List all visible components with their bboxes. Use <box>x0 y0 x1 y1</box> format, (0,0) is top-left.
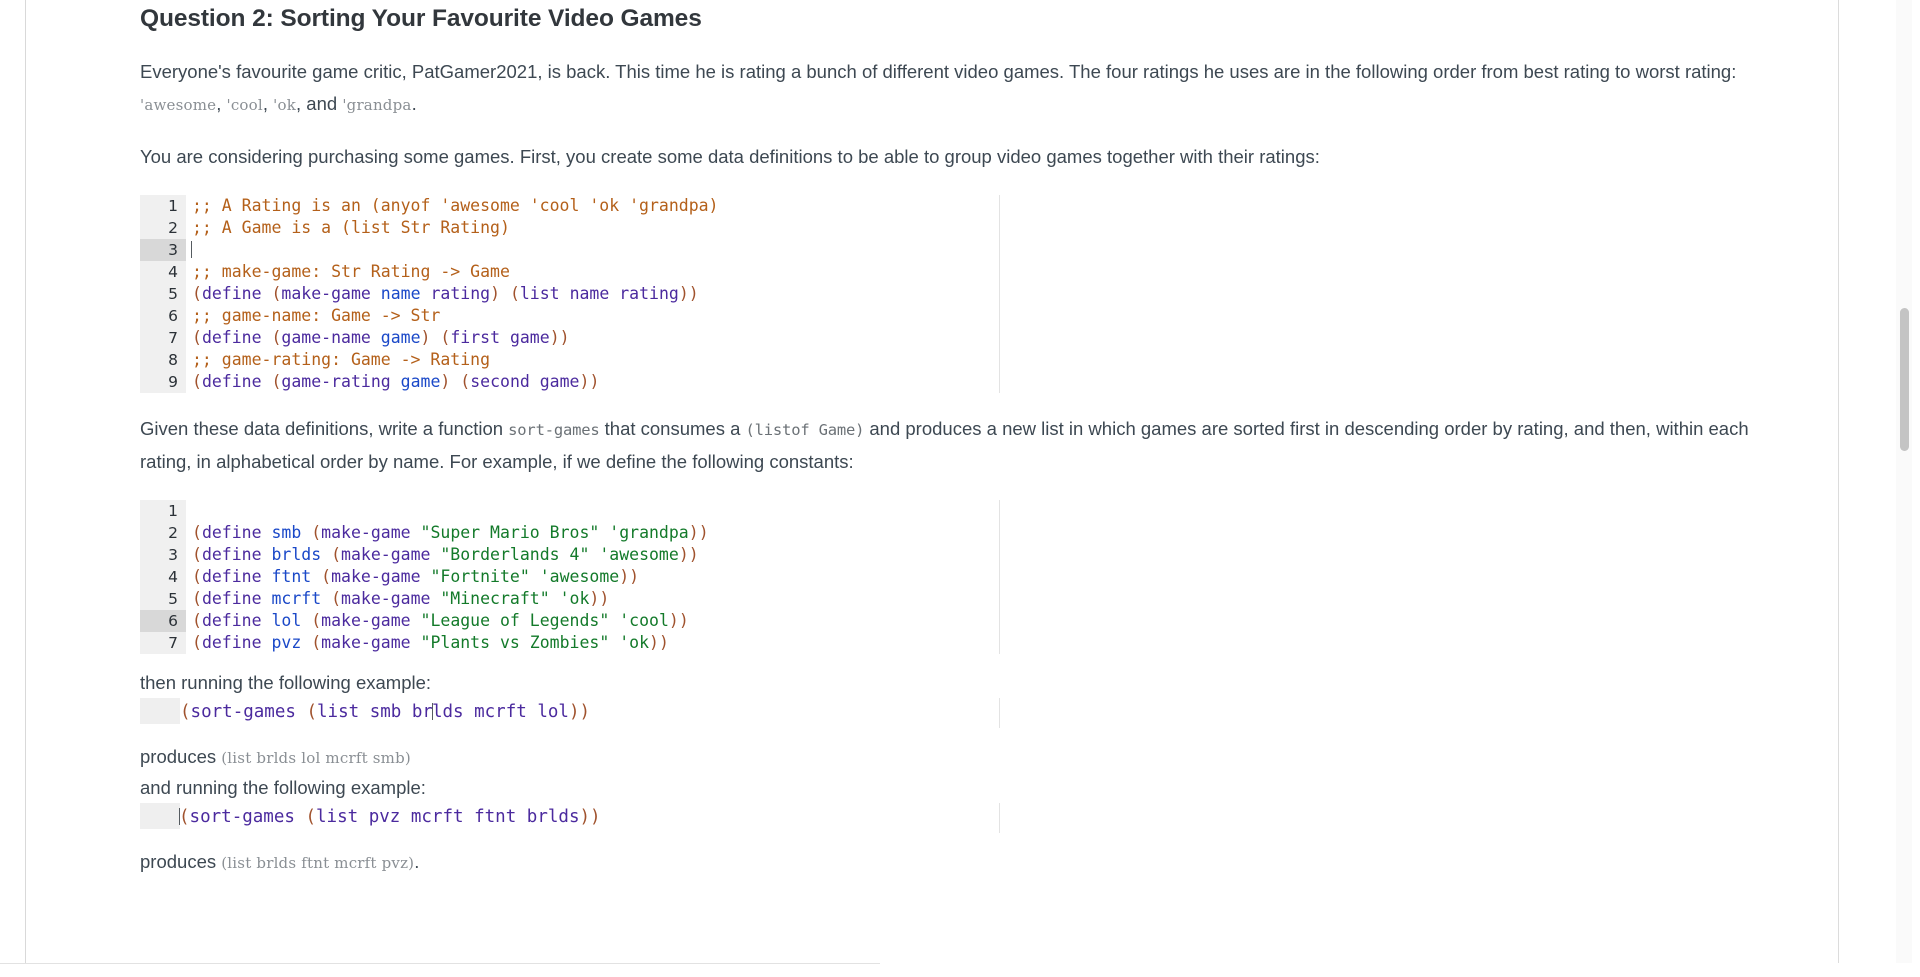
code-line[interactable]: 6 (define lol (make-game "League of Legen… <box>140 610 999 632</box>
rating-ok: 'ok <box>273 96 297 114</box>
code-line[interactable]: 6 ;; game-name: Game -> Str <box>140 305 999 327</box>
produces-period: . <box>414 851 420 872</box>
paragraph-data-definitions: You are considering purchasing some game… <box>140 146 1320 167</box>
code-line-text: (define mcrft (make-game "Minecraft" 'ok… <box>192 589 610 608</box>
intro-text-part1: Everyone's favourite game critic, PatGam… <box>140 61 1737 82</box>
code-line[interactable]: 3 (define brlds (make-game "Borderlands 4… <box>140 544 999 566</box>
line-number: 7 <box>168 634 178 652</box>
rating-awesome: 'awesome <box>140 96 217 114</box>
line-number: 5 <box>168 590 178 608</box>
example-gutter <box>140 698 180 724</box>
code-line[interactable]: 2 (define smb (make-game "Super Mario Bro… <box>140 522 999 544</box>
code-line-text: (define (make-game name rating) (list na… <box>192 284 699 303</box>
intro-end: . <box>411 93 417 114</box>
line-number: 9 <box>168 373 178 391</box>
spec-text-b: that consumes a <box>599 418 746 439</box>
line-number: 2 <box>168 524 178 542</box>
intro-paragraph: Everyone's favourite game critic, PatGam… <box>140 56 1780 121</box>
line-number: 7 <box>168 329 178 347</box>
document-content: Question 2: Sorting Your Favourite Video… <box>140 0 1820 876</box>
code-line[interactable]: 2 ;; A Game is a (list Str Rating) <box>140 217 999 239</box>
code-line-text: ;; game-name: Game -> Str <box>192 306 441 325</box>
code-line[interactable]: 4 ;; make-game: Str Rating -> Game <box>140 261 999 283</box>
line-number: 3 <box>140 239 186 261</box>
spec-text-a: Given these data definitions, write a fu… <box>140 418 509 439</box>
code-line-text: (define (game-rating game) (second game)… <box>192 372 600 391</box>
line-number: 1 <box>168 197 178 215</box>
code-line-text: ;; game-rating: Game -> Rating <box>192 350 491 369</box>
page-root: Question 2: Sorting Your Favourite Video… <box>0 0 1920 977</box>
paragraph-sort-games-spec: Given these data definitions, write a fu… <box>140 413 1780 478</box>
line-number: 3 <box>168 546 178 564</box>
code-line[interactable]: 7 (define (game-name game) (first game)) <box>140 327 999 349</box>
line-number: 5 <box>168 285 178 303</box>
code-line-text: (define smb (make-game "Super Mario Bros… <box>192 523 709 542</box>
produces-value: (list brlds lol mcrft smb) <box>221 749 411 767</box>
example-gutter <box>140 803 180 829</box>
intro-sep-3: , and <box>296 93 343 114</box>
produces-label: produces <box>140 851 222 872</box>
line-number: 4 <box>168 568 178 586</box>
bottom-strip <box>0 963 1920 977</box>
code-line[interactable]: 8 ;; game-rating: Game -> Rating <box>140 349 999 371</box>
line-number: 4 <box>168 263 178 281</box>
produces-value: (list brlds ftnt mcrft pvz) <box>221 854 415 872</box>
line-number: 8 <box>168 351 178 369</box>
code-line-text: ;; make-game: Str Rating -> Game <box>192 262 510 281</box>
code-line[interactable]: 4 (define ftnt (make-game "Fortnite" 'awe… <box>140 566 999 588</box>
type-listof-game: (listof Game) <box>745 421 865 439</box>
bottom-strip-divider <box>0 963 880 964</box>
example1-code: (sort-games (list smb brlds mcrft lol)) <box>180 702 591 722</box>
example2-produces: produces (list brlds ftnt mcrft pvz). <box>140 849 1820 876</box>
intro-sep-1: , <box>216 93 227 114</box>
code-line[interactable]: 1 ;; A Rating is an (anyof 'awesome 'cool… <box>140 195 999 217</box>
code-line-text: (define brlds (make-game "Borderlands 4"… <box>192 545 699 564</box>
rating-grandpa: 'grandpa <box>342 96 412 114</box>
example1-label: then running the following example: <box>140 672 432 693</box>
example1-produces: produces (list brlds lol mcrft smb) <box>140 744 1820 771</box>
fn-name-sort-games: sort-games <box>508 421 600 439</box>
code-line[interactable]: 1 <box>140 500 999 522</box>
produces-label: produces <box>140 746 222 767</box>
code-line[interactable]: 9 (define (game-rating game) (second game… <box>140 371 999 393</box>
code-line-text: (define ftnt (make-game "Fortnite" 'awes… <box>192 567 640 586</box>
example1-code-line[interactable]: (sort-games (list smb brlds mcrft lol)) <box>140 698 1000 728</box>
example2-code-line[interactable]: (sort-games (list pvz mcrft ftnt brlds)) <box>140 803 1000 833</box>
intro-sep-2: , <box>262 93 274 114</box>
line-number: 6 <box>140 610 186 632</box>
code-block-data-definitions[interactable]: 1 ;; A Rating is an (anyof 'awesome 'cool… <box>140 195 1000 393</box>
line-number: 1 <box>168 502 178 520</box>
rating-cool: 'cool <box>226 96 263 114</box>
code-line[interactable]: 7 (define pvz (make-game "Plants vs Zombi… <box>140 632 999 654</box>
code-line-text: (define pvz (make-game "Plants vs Zombie… <box>192 633 669 652</box>
example2-label: and running the following example: <box>140 777 426 798</box>
page-title: Question 2: Sorting Your Favourite Video… <box>140 5 702 32</box>
left-margin-rule <box>25 0 26 977</box>
line-number: 2 <box>168 219 178 237</box>
code-line-text: ;; A Game is a (list Str Rating) <box>192 218 510 237</box>
code-line[interactable]: 3 <box>140 239 999 261</box>
code-line[interactable]: 5 (define mcrft (make-game "Minecraft" 'o… <box>140 588 999 610</box>
text-caret <box>191 241 192 258</box>
code-line-text: (define (game-name game) (first game)) <box>192 328 570 347</box>
line-number: 6 <box>168 307 178 325</box>
code-line-text: ;; A Rating is an (anyof 'awesome 'cool … <box>192 196 719 215</box>
code-line[interactable]: 5 (define (make-game name rating) (list n… <box>140 283 999 305</box>
vertical-scrollbar-thumb[interactable] <box>1900 308 1909 451</box>
vertical-scrollbar-track[interactable] <box>1896 0 1912 977</box>
code-block-constants[interactable]: 1 2 (define smb (make-game "Super Mario Br… <box>140 500 1000 654</box>
example2-code: (sort-games (list pvz mcrft ftnt brlds)) <box>179 807 601 827</box>
code-line-text: (define lol (make-game "League of Legend… <box>192 611 689 630</box>
